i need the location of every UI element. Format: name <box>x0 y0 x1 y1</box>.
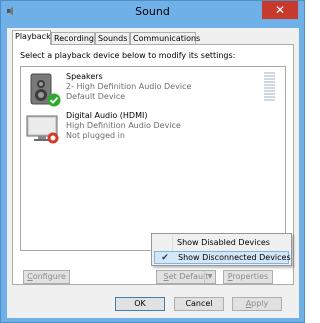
title-bar[interactable]: Sound ✕ <box>1 1 304 23</box>
chevron-down-icon[interactable]: ▼ <box>204 271 215 283</box>
dialog-client-area: Playback Recording Sounds Communications… <box>7 28 299 318</box>
apply-button[interactable]: Apply <box>232 297 282 311</box>
green-check-icon <box>47 93 61 107</box>
tab-playback[interactable]: Playback <box>12 30 51 45</box>
device-status: Not plugged in <box>66 131 125 140</box>
device-row-hdmi[interactable]: Digital Audio (HDMI) High Definition Aud… <box>21 109 285 149</box>
device-name: Speakers <box>66 72 103 81</box>
tab-sounds[interactable]: Sounds <box>95 32 130 44</box>
device-list-context-menu: Show Disabled Devices ✔ Show Disconnecte… <box>151 233 292 266</box>
window-title: Sound <box>135 5 170 18</box>
device-text-speakers: Speakers 2- High Definition Audio Device… <box>66 72 191 102</box>
tab-communications[interactable]: Communications <box>130 32 200 44</box>
checkmark-icon: ✔ <box>161 253 169 263</box>
instruction-text: Select a playback device below to modify… <box>20 51 236 60</box>
playback-panel: Select a playback device below to modify… <box>12 44 294 285</box>
menu-item-show-disabled[interactable]: Show Disabled Devices <box>154 237 289 250</box>
device-text-hdmi: Digital Audio (HDMI) High Definition Aud… <box>66 111 181 141</box>
volume-level-meter <box>264 72 275 106</box>
ok-button[interactable]: OK <box>115 297 165 311</box>
device-name: Digital Audio (HDMI) <box>66 111 148 120</box>
device-status: Default Device <box>66 92 126 101</box>
device-driver: High Definition Audio Device <box>66 121 181 130</box>
close-button[interactable]: ✕ <box>262 1 298 19</box>
red-unplugged-icon <box>47 132 59 144</box>
device-driver: 2- High Definition Audio Device <box>66 82 192 91</box>
device-list[interactable]: Speakers 2- High Definition Audio Device… <box>20 66 286 251</box>
properties-button[interactable]: Properties <box>223 270 273 284</box>
device-row-speakers[interactable]: Speakers 2- High Definition Audio Device… <box>21 70 285 110</box>
tab-recording[interactable]: Recording <box>51 32 95 44</box>
set-default-button[interactable]: Set Default ▼ <box>156 270 216 284</box>
cancel-button[interactable]: Cancel <box>174 297 224 311</box>
configure-button[interactable]: Configure <box>23 270 70 284</box>
menu-item-show-disconnected[interactable]: ✔ Show Disconnected Devices <box>154 251 291 264</box>
sound-dialog: Sound ✕ Playback Recording Sounds Commun… <box>0 0 305 323</box>
